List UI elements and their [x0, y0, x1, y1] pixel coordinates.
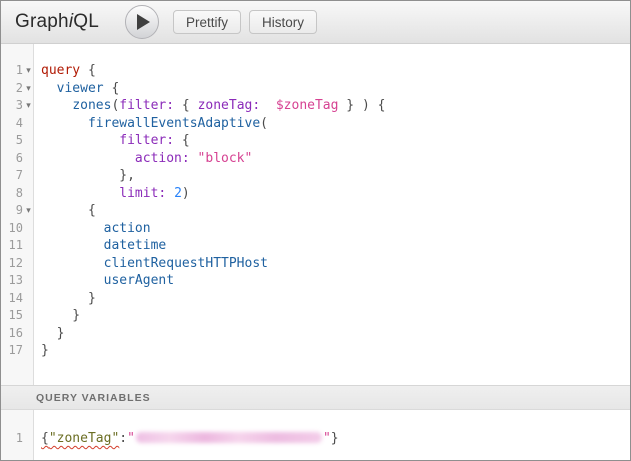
- code-text: clientRequestHTTPHost: [34, 255, 268, 273]
- prettify-button[interactable]: Prettify: [173, 10, 241, 34]
- fold-gutter-spacer: [23, 255, 34, 273]
- line-number: 7: [1, 167, 23, 185]
- fold-gutter-spacer: [23, 237, 34, 255]
- fold-gutter-spacer: [23, 150, 34, 168]
- variables-title-bar[interactable]: QUERY VARIABLES: [1, 385, 630, 410]
- line-number: 6: [1, 150, 23, 168]
- code-line: 5 filter: {: [1, 132, 630, 150]
- variables-editor[interactable]: 1 {"zoneTag":""}: [1, 410, 630, 461]
- code-text: limit: 2): [34, 185, 190, 203]
- fold-arrow-icon[interactable]: ▾: [23, 97, 34, 115]
- fold-gutter-spacer: [23, 307, 34, 325]
- code-text: firewallEventsAdaptive(: [34, 115, 268, 133]
- code-line: 3▾ zones(filter: { zoneTag: $zoneTag } )…: [1, 97, 630, 115]
- code-line: 1 {"zoneTag":""}: [1, 430, 630, 448]
- fold-arrow-icon[interactable]: ▾: [23, 202, 34, 220]
- line-number: 3: [1, 97, 23, 115]
- line-number: 14: [1, 290, 23, 308]
- code-text: {"zoneTag":""}: [34, 430, 339, 448]
- code-text: query {: [34, 62, 96, 80]
- fold-gutter-spacer: [23, 220, 34, 238]
- code-text: viewer {: [34, 80, 119, 98]
- code-line: 9▾ {: [1, 202, 630, 220]
- fold-gutter-spacer: [23, 342, 34, 360]
- graphiql-window: GraphiQL Prettify History 1▾query {2▾ vi…: [0, 0, 631, 461]
- line-number: 8: [1, 185, 23, 203]
- fold-gutter-spacer: [23, 272, 34, 290]
- code-text: filter: {: [34, 132, 190, 150]
- code-line: 11 datetime: [1, 237, 630, 255]
- variables-code-lines: 1 {"zoneTag":""}: [1, 410, 630, 448]
- code-line: 17}: [1, 342, 630, 360]
- fold-gutter-spacer: [23, 167, 34, 185]
- logo-text-suffix: QL: [73, 11, 99, 32]
- line-number: 10: [1, 220, 23, 238]
- fold-gutter-spacer: [23, 115, 34, 133]
- code-line: 1▾query {: [1, 62, 630, 80]
- code-line: 13 userAgent: [1, 272, 630, 290]
- code-text: datetime: [34, 237, 166, 255]
- code-line: 2▾ viewer {: [1, 80, 630, 98]
- code-line: 16 }: [1, 325, 630, 343]
- fold-gutter-spacer: [23, 430, 34, 448]
- code-text: action: "block": [34, 150, 252, 168]
- code-line: 12 clientRequestHTTPHost: [1, 255, 630, 273]
- fold-gutter-spacer: [23, 325, 34, 343]
- play-icon: [137, 14, 150, 30]
- line-number: 15: [1, 307, 23, 325]
- line-number: 11: [1, 237, 23, 255]
- variables-title: QUERY VARIABLES: [36, 392, 151, 404]
- fold-gutter-spacer: [23, 290, 34, 308]
- code-text: }: [34, 290, 96, 308]
- code-line: 8 limit: 2): [1, 185, 630, 203]
- line-number: 17: [1, 342, 23, 360]
- graphiql-logo: GraphiQL: [1, 11, 99, 33]
- line-number: 13: [1, 272, 23, 290]
- line-number: 1: [1, 62, 23, 80]
- code-line: 14 }: [1, 290, 630, 308]
- fold-gutter-spacer: [23, 132, 34, 150]
- code-text: }: [34, 307, 80, 325]
- line-number: 1: [1, 430, 23, 448]
- code-line: 6 action: "block": [1, 150, 630, 168]
- line-number: 4: [1, 115, 23, 133]
- code-line: 15 }: [1, 307, 630, 325]
- redacted-value: [136, 432, 322, 443]
- line-number: 5: [1, 132, 23, 150]
- fold-gutter-spacer: [23, 185, 34, 203]
- fold-arrow-icon[interactable]: ▾: [23, 62, 34, 80]
- code-text: action: [34, 220, 151, 238]
- toolbar: GraphiQL Prettify History: [1, 1, 630, 44]
- query-code-lines: 1▾query {2▾ viewer {3▾ zones(filter: { z…: [1, 44, 630, 360]
- code-text: zones(filter: { zoneTag: $zoneTag } ) {: [34, 97, 385, 115]
- logo-text: Graph: [15, 11, 69, 32]
- query-editor[interactable]: 1▾query {2▾ viewer {3▾ zones(filter: { z…: [1, 44, 630, 385]
- code-text: userAgent: [34, 272, 174, 290]
- execute-query-button[interactable]: [125, 5, 159, 39]
- line-number: 2: [1, 80, 23, 98]
- line-number: 16: [1, 325, 23, 343]
- code-text: }: [34, 325, 64, 343]
- code-text: }: [34, 342, 49, 360]
- code-line: 4 firewallEventsAdaptive(: [1, 115, 630, 133]
- history-button[interactable]: History: [249, 10, 317, 34]
- code-text: },: [34, 167, 135, 185]
- line-number: 12: [1, 255, 23, 273]
- code-line: 7 },: [1, 167, 630, 185]
- line-number: 9: [1, 202, 23, 220]
- code-line: 10 action: [1, 220, 630, 238]
- fold-arrow-icon[interactable]: ▾: [23, 80, 34, 98]
- code-text: {: [34, 202, 96, 220]
